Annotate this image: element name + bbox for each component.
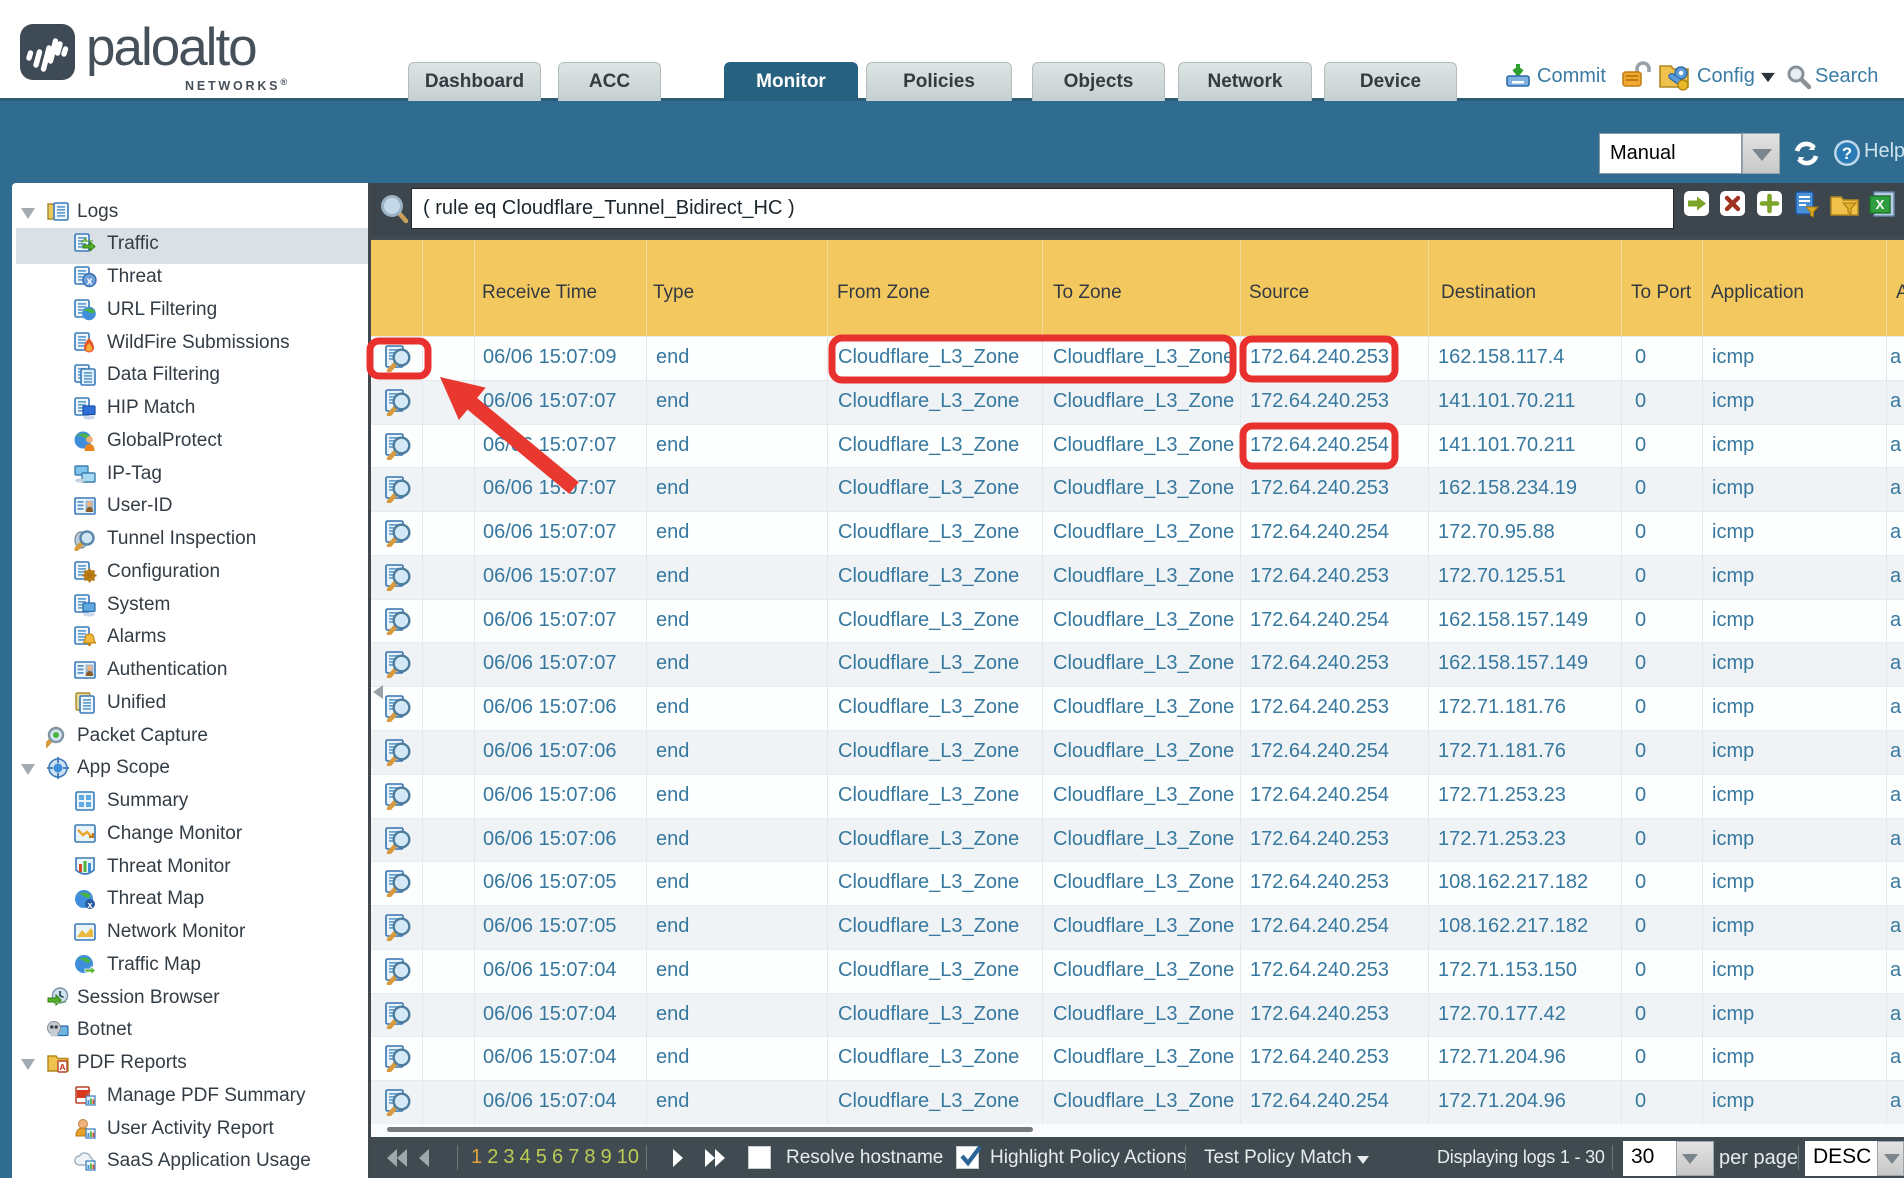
svg-text:A: A	[59, 1062, 65, 1072]
svg-text:?: ?	[1842, 144, 1852, 163]
svg-text:x: x	[87, 900, 92, 910]
svg-text:X: X	[1876, 197, 1885, 212]
svg-text:x: x	[86, 276, 93, 288]
